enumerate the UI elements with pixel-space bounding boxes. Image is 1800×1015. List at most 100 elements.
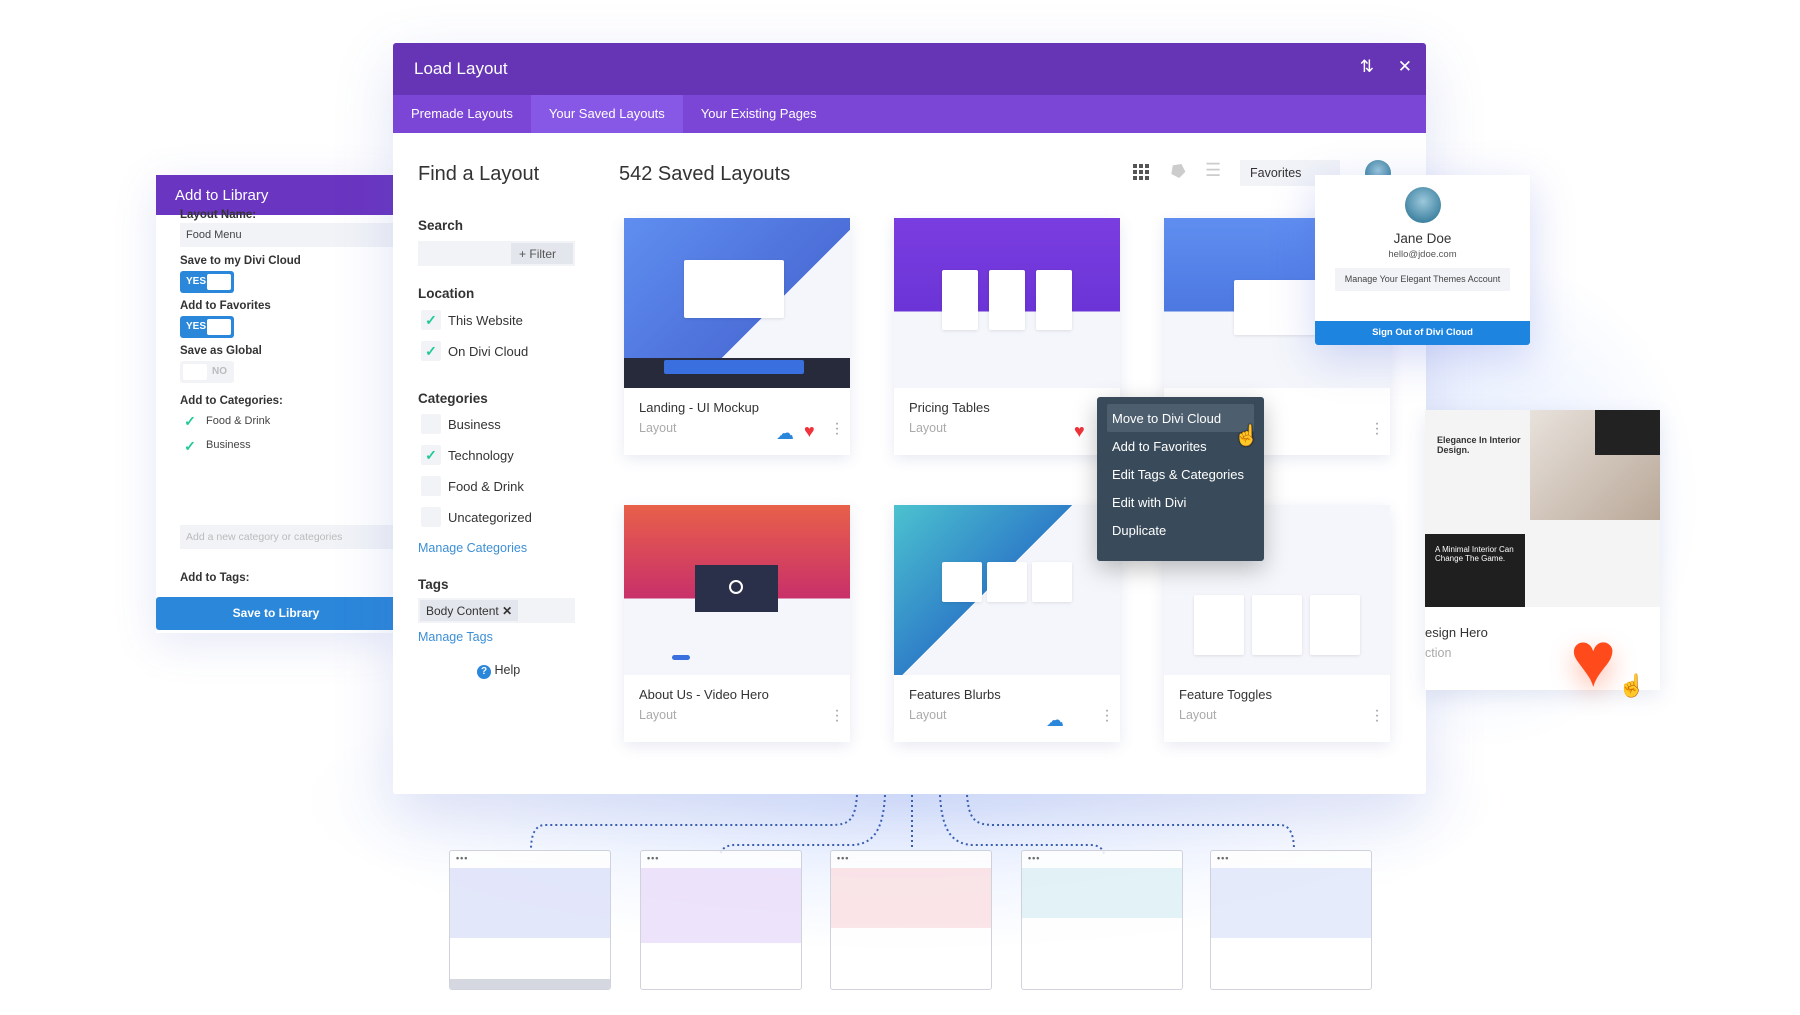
tab-premade-layouts[interactable]: Premade Layouts: [393, 95, 531, 133]
help-link[interactable]: ? Help: [477, 663, 520, 679]
window-dots-icon: •••: [456, 853, 469, 863]
layout-thumbnail: [894, 218, 1120, 388]
hand-cursor-icon: ☝: [1234, 425, 1259, 447]
tab-existing-pages[interactable]: Your Existing Pages: [683, 95, 835, 133]
page-thumbnail: •••: [1021, 850, 1183, 990]
layout-card[interactable]: Features Blurbs Layout ☁ · · ·: [894, 505, 1120, 742]
modal-header: Load Layout ⇅ ✕: [393, 43, 1426, 95]
tags-input[interactable]: Body Content ✕: [418, 598, 575, 623]
menu-item-edit-with-divi[interactable]: Edit with Divi: [1107, 488, 1254, 516]
card-subtitle: Layout: [909, 708, 947, 722]
layout-card[interactable]: About Us - Video Hero Layout · · ·: [624, 505, 850, 742]
card-subtitle: Layout: [639, 708, 677, 722]
list-view-icon[interactable]: ☰: [1205, 160, 1221, 181]
search-input[interactable]: + Filter: [418, 241, 575, 266]
window-dots-icon: •••: [1217, 853, 1230, 863]
layout-name-input[interactable]: Food Menu: [180, 223, 396, 247]
check-icon[interactable]: ✓: [180, 436, 200, 456]
grid-view-icon[interactable]: [1133, 164, 1149, 180]
card-title: Feature Toggles: [1179, 687, 1272, 702]
add-to-library-panel: Add to Library Layout Name: Food Menu Sa…: [156, 175, 396, 633]
check-icon[interactable]: ✓: [421, 341, 441, 361]
search-label: Search: [418, 218, 464, 233]
heart-icon[interactable]: ♥: [804, 421, 815, 442]
more-options-icon[interactable]: · · ·: [834, 416, 840, 442]
card-title: Landing - UI Mockup: [639, 400, 759, 415]
menu-item-move-to-cloud[interactable]: Move to Divi Cloud: [1107, 404, 1254, 432]
menu-item-add-favorites[interactable]: Add to Favorites: [1107, 432, 1254, 460]
plus-icon: +: [519, 247, 527, 261]
more-options-icon[interactable]: · · ·: [834, 703, 840, 729]
tags-label: Tags: [418, 577, 449, 592]
category-food-drink: Food & Drink: [206, 415, 271, 427]
checkbox[interactable]: [421, 476, 441, 496]
menu-item-duplicate[interactable]: Duplicate: [1107, 516, 1254, 544]
layout-thumbnail: [894, 505, 1120, 675]
category-business: Business: [448, 417, 501, 432]
more-options-icon[interactable]: · · ·: [1104, 703, 1110, 729]
card-subtitle: Layout: [1179, 708, 1217, 722]
tag-chip: Body Content ✕: [420, 600, 519, 621]
page-thumbnail: •••: [640, 850, 802, 990]
side-card-thumbnail: Elegance In Interior Design. A Minimal I…: [1425, 410, 1660, 607]
favorite-heart-icon[interactable]: ♥: [1570, 620, 1616, 698]
sort-icon[interactable]: ⇅: [1360, 57, 1374, 77]
new-category-input[interactable]: Add a new category or categories: [180, 525, 396, 549]
check-icon[interactable]: ✓: [421, 310, 441, 330]
category-uncategorized: Uncategorized: [448, 510, 532, 525]
save-to-library-button[interactable]: Save to Library: [156, 597, 396, 630]
preview-subheading: A Minimal Interior Can Change The Game.: [1435, 545, 1514, 563]
category-business: Business: [206, 439, 251, 451]
tag-chip-label: Body Content: [426, 604, 499, 618]
hand-cursor-icon: ☝: [1618, 673, 1646, 698]
filter-select-value: Favorites: [1250, 166, 1302, 180]
card-title: esign Hero: [1425, 625, 1488, 640]
manage-account-button[interactable]: Manage Your Elegant Themes Account: [1335, 268, 1510, 291]
tab-bar: Premade Layouts Your Saved Layouts Your …: [393, 95, 1426, 133]
saved-layouts-heading: 542 Saved Layouts: [619, 163, 791, 185]
modal-title: Load Layout: [414, 59, 508, 78]
tab-saved-layouts[interactable]: Your Saved Layouts: [530, 95, 683, 133]
remove-tag-icon[interactable]: ✕: [502, 604, 512, 618]
close-icon[interactable]: ✕: [1398, 57, 1412, 77]
checkbox[interactable]: [421, 507, 441, 527]
global-toggle[interactable]: NO: [180, 361, 234, 383]
card-subtitle: Layout: [639, 421, 677, 435]
category-food-drink: Food & Drink: [448, 479, 524, 494]
checkbox[interactable]: [421, 414, 441, 434]
filter-button[interactable]: + Filter: [511, 243, 573, 264]
check-icon[interactable]: ✓: [421, 445, 441, 465]
profile-email: hello@jdoe.com: [1388, 249, 1457, 260]
more-options-icon[interactable]: · · ·: [1374, 416, 1380, 442]
page-thumbnail: •••: [830, 850, 992, 990]
category-technology: Technology: [448, 448, 514, 463]
side-layout-card[interactable]: Elegance In Interior Design. A Minimal I…: [1425, 410, 1660, 690]
layout-thumbnail: [624, 218, 850, 388]
layout-card[interactable]: Pricing Tables Layout ♥: [894, 218, 1120, 455]
card-subtitle: ction: [1425, 646, 1452, 660]
page-thumbnail: •••: [1210, 850, 1372, 990]
manage-categories-link[interactable]: Manage Categories: [418, 541, 527, 555]
menu-item-edit-tags[interactable]: Edit Tags & Categories: [1107, 460, 1254, 488]
card-subtitle: Layout: [909, 421, 947, 435]
preview-heading: Elegance In Interior Design.: [1437, 435, 1521, 455]
tag-icon[interactable]: ⬟: [1166, 159, 1191, 184]
categories-label: Categories: [418, 391, 488, 406]
card-title: Pricing Tables: [909, 400, 990, 415]
cloud-toggle[interactable]: YES: [180, 271, 234, 293]
check-icon[interactable]: ✓: [180, 411, 200, 431]
profile-avatar: [1404, 187, 1441, 223]
layout-name-label: Layout Name:: [180, 209, 257, 221]
cloud-icon: ☁: [776, 423, 794, 443]
more-options-icon[interactable]: · · ·: [1374, 703, 1380, 729]
favorites-toggle[interactable]: YES: [180, 316, 234, 338]
add-categories-label: Add to Categories:: [180, 395, 283, 407]
favorites-label: Add to Favorites: [180, 300, 271, 312]
sign-out-button[interactable]: Sign Out of Divi Cloud: [1315, 321, 1530, 345]
heart-icon[interactable]: ♥: [1074, 421, 1085, 442]
card-title: About Us - Video Hero: [639, 687, 769, 702]
manage-tags-link[interactable]: Manage Tags: [418, 630, 493, 644]
cloud-icon: ☁: [1046, 710, 1064, 730]
page-thumbnail: •••: [449, 850, 611, 990]
layout-card[interactable]: Landing - UI Mockup Layout ☁ ♥ · · ·: [624, 218, 850, 455]
